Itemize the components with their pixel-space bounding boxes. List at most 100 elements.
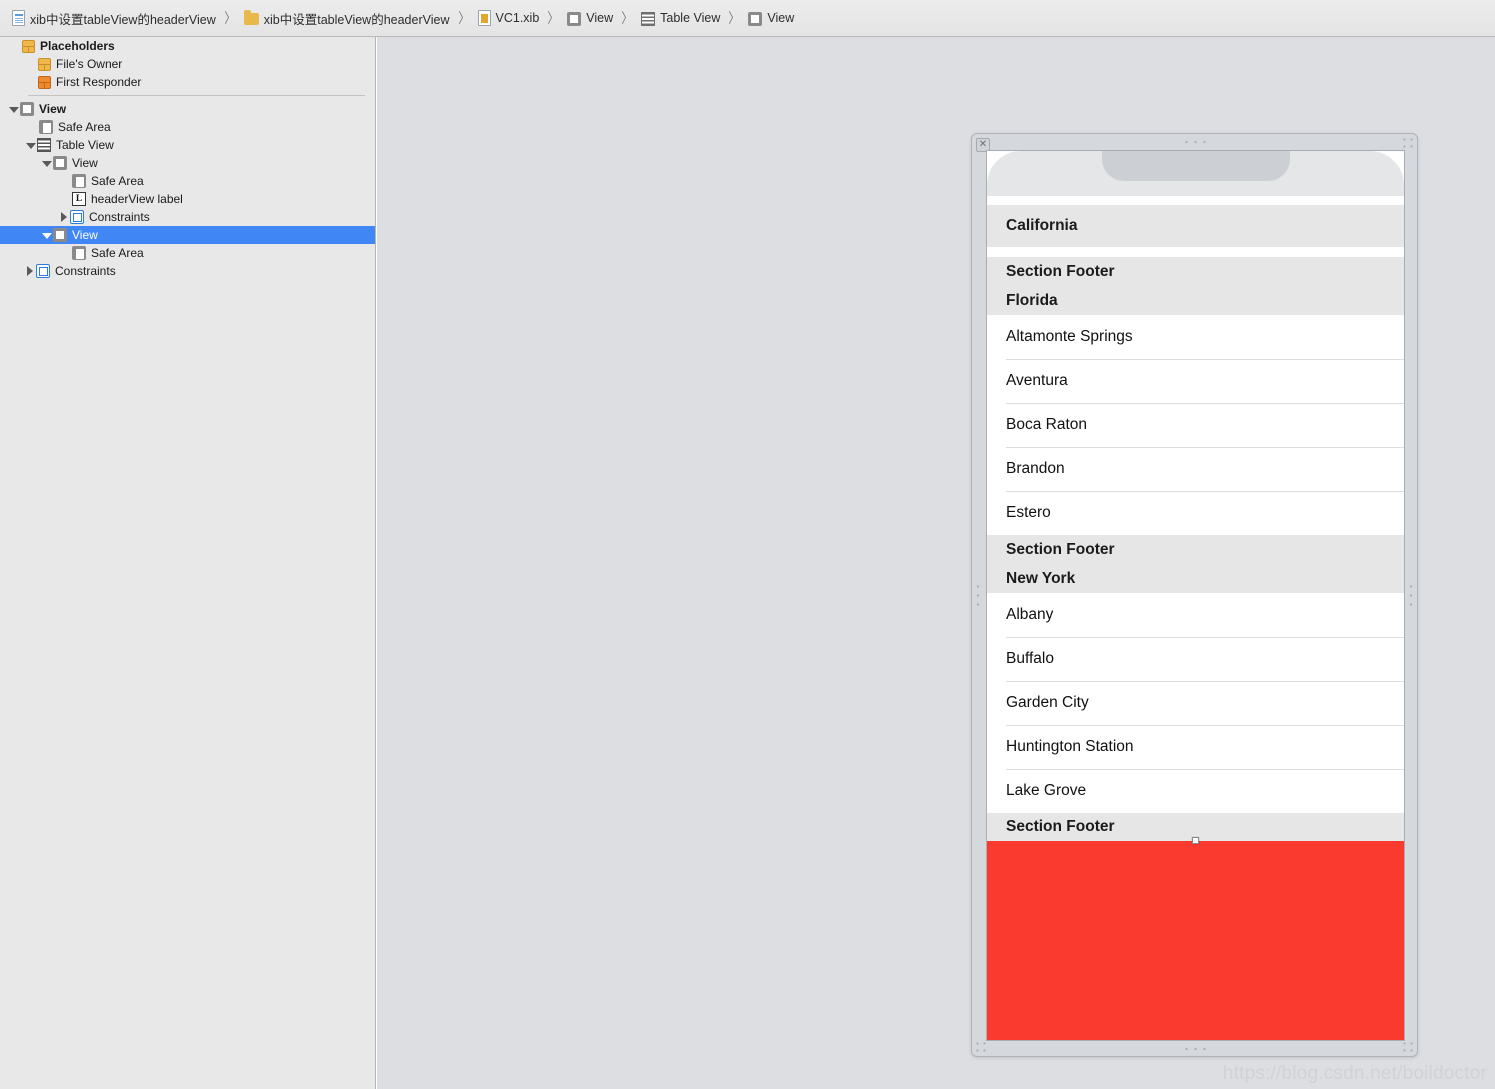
table-view-icon [641, 12, 656, 26]
resize-handle-bottom-left[interactable] [974, 1040, 988, 1054]
drag-handle-bottom[interactable] [1181, 1047, 1208, 1051]
table-gap [987, 196, 1404, 205]
resize-handle-left[interactable] [976, 582, 980, 608]
breadcrumb: xib中设置tableView的headerView 〉 xib中设置table… [0, 0, 1495, 37]
breadcrumb-item-project[interactable]: xib中设置tableView的headerView [12, 7, 216, 29]
outline-item-label: Constraints [55, 264, 116, 278]
watermark: https://blog.csdn.net/boildoctor [1222, 1063, 1487, 1084]
outline-item-constraints-root[interactable]: Constraints [0, 262, 375, 280]
table-section-newyork: Albany Buffalo Garden City Huntington St… [987, 593, 1404, 813]
chevron-down-icon[interactable] [25, 140, 36, 151]
table-row[interactable]: Buffalo [987, 637, 1404, 681]
outline-item-safe-area[interactable]: Safe Area [0, 244, 375, 262]
outline-item-label: Safe Area [58, 120, 111, 134]
breadcrumb-separator: 〉 [457, 10, 470, 26]
outline-item-table-view[interactable]: Table View [0, 136, 375, 154]
outline-item-label: Safe Area [91, 174, 144, 188]
outline-item-label: View [39, 102, 67, 116]
breadcrumb-label: xib中设置tableView的headerView [30, 12, 216, 27]
table-row[interactable]: Aventura [987, 359, 1404, 403]
folder-icon [243, 10, 259, 25]
outline-item-headerview-label[interactable]: L headerView label [0, 190, 375, 208]
breadcrumb-item-view-selected[interactable]: View [748, 7, 794, 29]
breadcrumb-item-xib-file[interactable]: VC1.xib [477, 7, 540, 29]
section-header-california[interactable]: California [987, 205, 1404, 247]
resize-handle-right[interactable] [1409, 582, 1413, 608]
device-frame[interactable]: ✕ California Section Footer Florida Alta… [971, 133, 1418, 1057]
table-row[interactable]: Garden City [987, 681, 1404, 725]
table-row[interactable]: Brandon [987, 447, 1404, 491]
device-screen[interactable]: California Section Footer Florida Altamo… [986, 150, 1405, 1041]
breadcrumb-separator: 〉 [621, 10, 633, 26]
chevron-down-icon[interactable] [41, 230, 52, 241]
outline-item-label: View [72, 228, 98, 242]
chevron-down-icon[interactable] [8, 104, 19, 115]
outline-item-files-owner[interactable]: File's Owner [0, 55, 375, 73]
table-row[interactable]: Altamonte Springs [987, 315, 1404, 359]
outline-item-label: headerView label [91, 192, 183, 206]
outline-item-label: File's Owner [56, 57, 123, 71]
outline-divider [28, 95, 365, 96]
outline-item-label: First Responder [56, 75, 142, 89]
section-header-florida[interactable]: Florida [987, 286, 1404, 315]
breadcrumb-item-folder[interactable]: xib中设置tableView的headerView [243, 7, 450, 29]
outline-item-label: Safe Area [91, 246, 144, 260]
selected-red-view[interactable] [987, 837, 1404, 1040]
interface-builder-doc-icon [477, 10, 491, 26]
breadcrumb-item-table-view[interactable]: Table View [641, 7, 720, 29]
breadcrumb-label: View [767, 11, 795, 25]
section-footer[interactable]: Section Footer [987, 535, 1404, 564]
label-icon: L [72, 192, 86, 206]
section-group-newyork: Section Footer New York [987, 535, 1404, 593]
outline-item-first-responder[interactable]: First Responder [0, 73, 375, 91]
breadcrumb-label: VC1.xib [495, 11, 540, 25]
table-row[interactable]: Lake Grove [987, 769, 1404, 813]
view-icon [53, 228, 67, 242]
table-row[interactable]: Boca Raton [987, 403, 1404, 447]
constraints-icon [36, 264, 50, 278]
outline-item-placeholders[interactable]: Placeholders [0, 37, 375, 55]
cube-icon [38, 57, 51, 71]
outline-item-header-view[interactable]: View [0, 154, 375, 172]
breadcrumb-separator: 〉 [547, 10, 559, 26]
constraints-icon [70, 210, 84, 224]
table-row[interactable]: Huntington Station [987, 725, 1404, 769]
safe-area-icon [39, 120, 53, 134]
table-row[interactable]: Albany [987, 593, 1404, 637]
section-group-florida: Section Footer Florida [987, 257, 1404, 315]
selection-handle-top[interactable] [1191, 837, 1199, 844]
resize-handle-top-right[interactable] [1401, 136, 1415, 150]
outline-item-view-root[interactable]: View [0, 100, 375, 118]
section-header-newyork[interactable]: New York [987, 564, 1404, 593]
outline-item-view-selected[interactable]: View [0, 226, 375, 244]
document-outline-panel[interactable]: Placeholders File's Owner First Responde… [0, 37, 376, 1089]
breadcrumb-label: View [586, 11, 614, 25]
outline-item-safe-area[interactable]: Safe Area [0, 172, 375, 190]
view-icon [567, 12, 582, 26]
outline-item-label: Constraints [89, 210, 150, 224]
resize-handle-bottom-right[interactable] [1401, 1040, 1415, 1054]
safe-area-icon [72, 174, 86, 188]
breadcrumb-label: xib中设置tableView的headerView [263, 12, 450, 27]
notch [1101, 151, 1290, 181]
outline-item-safe-area[interactable]: Safe Area [0, 118, 375, 136]
drag-handle-top[interactable] [1181, 140, 1208, 144]
breadcrumb-item-view[interactable]: View [567, 7, 613, 29]
cube-icon [22, 39, 35, 53]
interface-builder-canvas[interactable]: ✕ California Section Footer Florida Alta… [377, 37, 1495, 1089]
chevron-right-icon[interactable] [24, 265, 35, 277]
table-row[interactable]: Estero [987, 491, 1404, 535]
outline-item-constraints[interactable]: Constraints [0, 208, 375, 226]
chevron-down-icon[interactable] [41, 158, 52, 169]
section-footer[interactable]: Section Footer [987, 257, 1404, 286]
view-icon [20, 102, 34, 116]
view-icon [53, 156, 67, 170]
safe-area-icon [72, 246, 86, 260]
xib-project-icon [12, 10, 25, 26]
table-gap [987, 1040, 1404, 1041]
status-bar-notch-area [987, 151, 1404, 196]
outline-item-label: View [72, 156, 98, 170]
outline-item-label: Placeholders [40, 39, 115, 53]
outline-item-label: Table View [56, 138, 114, 152]
chevron-right-icon[interactable] [58, 211, 69, 223]
